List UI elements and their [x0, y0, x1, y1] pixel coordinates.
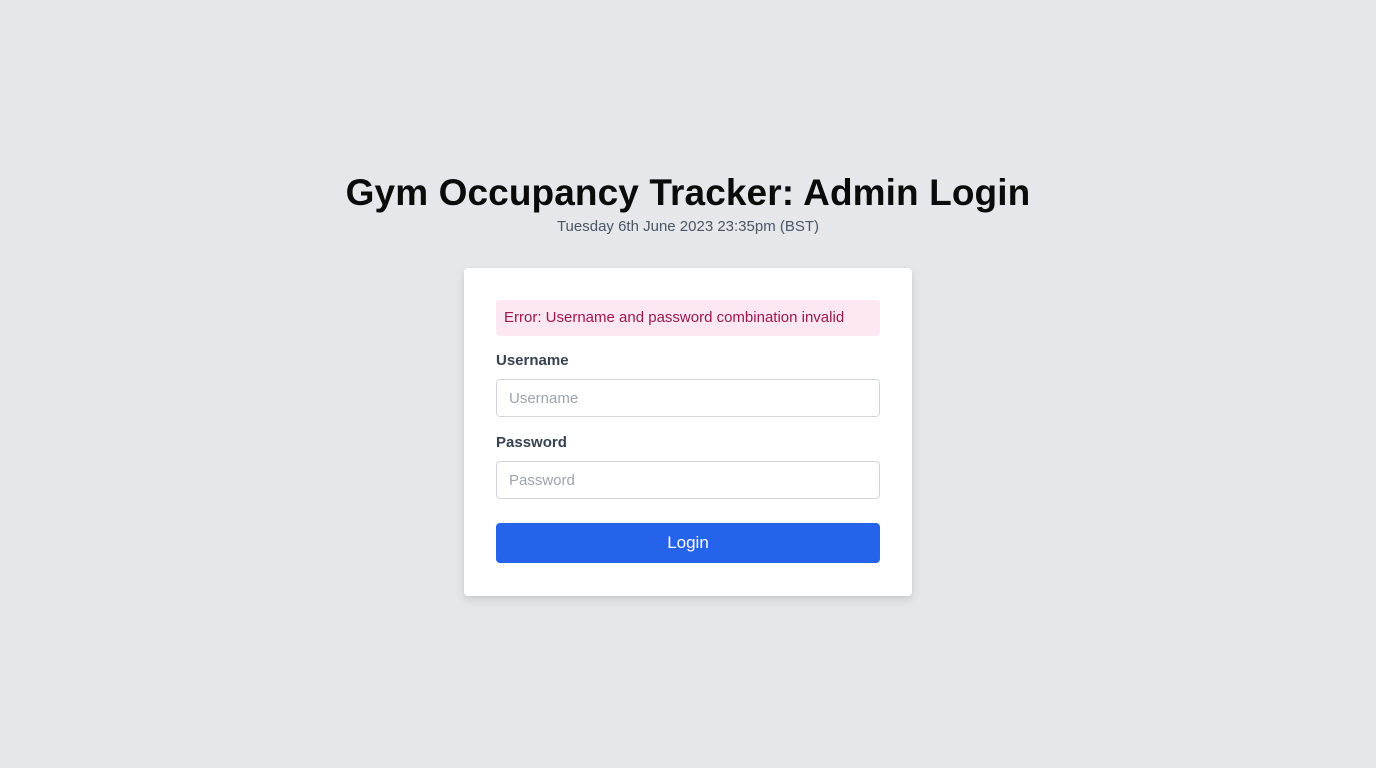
- current-datetime: Tuesday 6th June 2023 23:35pm (BST): [556, 218, 820, 235]
- login-card: Error: Username and password combination…: [464, 268, 912, 596]
- password-input[interactable]: [496, 461, 880, 499]
- page-title: Gym Occupancy Tracker: Admin Login: [345, 172, 1031, 213]
- username-label: Username: [496, 352, 569, 369]
- password-label: Password: [496, 434, 567, 451]
- username-input[interactable]: [496, 379, 880, 417]
- page-header: Gym Occupancy Tracker: Admin Login Tuesd…: [0, 170, 1376, 237]
- login-page: Gym Occupancy Tracker: Admin Login Tuesd…: [0, 0, 1376, 768]
- login-button[interactable]: Login: [496, 523, 880, 563]
- error-alert: Error: Username and password combination…: [496, 300, 880, 336]
